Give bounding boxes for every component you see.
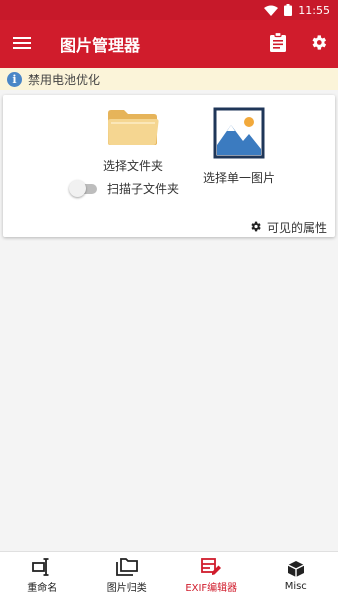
notice-text: 禁用电池优化	[28, 72, 101, 87]
nav-item-exif-editor[interactable]: EXIF编辑器	[169, 552, 254, 600]
wifi-icon	[264, 5, 279, 16]
menu-button[interactable]	[0, 20, 44, 68]
scan-subfolders-toggle[interactable]	[69, 179, 99, 197]
select-image-label: 选择单一图片	[202, 171, 275, 185]
nav-label-exif-editor: EXIF编辑器	[185, 583, 238, 594]
rename-icon	[32, 558, 52, 576]
source-card: 选择文件夹 选择单一图片 扫描子文件夹 可见的属性	[3, 95, 335, 237]
app-title: 图片管理器	[60, 36, 141, 55]
battery-optimization-notice[interactable]: i 禁用电池优化	[0, 68, 338, 90]
settings-button[interactable]	[298, 20, 338, 68]
gear-icon	[309, 33, 328, 56]
clipboard-icon	[270, 31, 286, 56]
visible-attributes-label: 可见的属性	[266, 221, 327, 235]
nav-label-rename: 重命名	[27, 583, 58, 594]
folder-icon	[106, 107, 160, 151]
visible-attributes-button[interactable]: 可见的属性	[249, 219, 327, 236]
cube-icon	[287, 560, 305, 578]
image-icon	[213, 107, 265, 163]
battery-icon	[284, 4, 293, 16]
status-time: 11:55	[298, 3, 330, 17]
gear-icon	[249, 220, 267, 236]
nav-item-image-sort[interactable]: 图片归类	[85, 552, 170, 600]
select-folder-button[interactable]: 选择文件夹	[93, 107, 173, 174]
nav-item-rename[interactable]: 重命名	[0, 552, 85, 600]
exif-edit-icon	[201, 558, 222, 576]
clipboard-button[interactable]	[258, 20, 298, 68]
status-bar: 11:55	[0, 0, 338, 20]
nav-label-image-sort: 图片归类	[106, 583, 147, 594]
select-folder-label: 选择文件夹	[102, 159, 163, 173]
info-icon: i	[7, 71, 22, 87]
bottom-navigation: 重命名 图片归类 EXIF编辑器 Misc	[0, 551, 338, 600]
menu-icon	[13, 35, 31, 54]
scan-subfolders-label: 扫描子文件夹	[107, 182, 180, 196]
nav-label-misc: Misc	[284, 581, 307, 592]
select-image-button[interactable]: 选择单一图片	[199, 107, 279, 186]
scan-subfolders-row: 扫描子文件夹	[69, 179, 180, 197]
nav-item-misc[interactable]: Misc	[254, 552, 338, 600]
app-bar: 图片管理器	[0, 20, 338, 68]
folders-icon	[115, 558, 138, 576]
toggle-thumb	[69, 179, 86, 197]
